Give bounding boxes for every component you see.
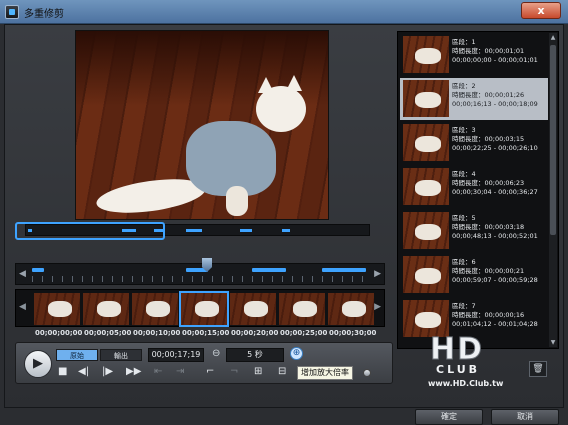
scroll-thumb[interactable] — [550, 45, 556, 235]
filmstrip-frame[interactable] — [279, 293, 325, 325]
filmstrip[interactable]: ◀ ▶ — [15, 289, 385, 327]
fast-forward-icon[interactable]: ▶▶ — [126, 366, 141, 377]
filmstrip-frame[interactable] — [83, 293, 129, 325]
timeline-right-arrow-icon[interactable]: ▶ — [374, 269, 381, 279]
filmstrip-frame[interactable] — [132, 293, 178, 325]
close-button[interactable]: x — [521, 2, 561, 19]
split-icon[interactable]: ⊞ — [254, 366, 262, 377]
list-item[interactable]: 區段：6 時間長度：00;00;00;21 00;00;59;07 - 00;00;… — [400, 254, 548, 296]
zoom-in-icon[interactable]: ⊕ — [290, 347, 303, 360]
filmstrip-frame-selected[interactable] — [179, 291, 229, 327]
trim-end-icon[interactable]: ¬ — [230, 366, 238, 377]
zoom-out-icon[interactable]: ⊖ — [212, 348, 220, 359]
scroll-up-icon[interactable]: ▲ — [549, 34, 557, 41]
filmstrip-timecode: 00;00;20;00 — [231, 329, 279, 337]
filmstrip-timecode: 00;00;10;00 — [133, 329, 181, 337]
filmstrip-timecode: 00;00;05;00 — [84, 329, 132, 337]
timecode-field[interactable]: 00;00;17;19 — [148, 348, 204, 362]
list-item[interactable]: 區段：5 時間長度：00;00;03;18 00;00;48;13 - 00;00;… — [400, 210, 548, 252]
overview-viewport[interactable] — [15, 222, 165, 240]
watermark-club: CLUB — [436, 363, 481, 376]
list-item[interactable]: 區段：3 時間長度：00;00;03;15 00;00;22;25 - 00;00;… — [400, 122, 548, 164]
window-title: 多重修剪 — [24, 9, 64, 20]
mark-in-icon[interactable]: ⇤ — [154, 366, 162, 377]
stop-icon[interactable]: ■ — [58, 366, 67, 377]
zoom-interval-field[interactable]: 5 秒 — [226, 348, 284, 362]
zoom-in-tooltip: 增加放大倍率 — [297, 366, 353, 380]
app-icon — [5, 5, 19, 19]
timeline-ruler[interactable]: ◀ ▶ — [15, 258, 385, 285]
cat-head — [256, 86, 306, 132]
cancel-button[interactable]: 取消 — [491, 409, 559, 425]
filmstrip-frame[interactable] — [230, 293, 276, 325]
tab-original[interactable]: 原始 — [56, 349, 98, 361]
prev-frame-icon[interactable]: ◀| — [78, 366, 89, 377]
cat-body — [186, 121, 276, 196]
timeline-segment[interactable] — [322, 268, 366, 272]
filmstrip-timecode: 00;00;15;00 — [182, 329, 230, 337]
filmstrip-frame[interactable] — [328, 293, 374, 325]
tab-output[interactable]: 輸出 — [100, 349, 142, 361]
cat-leg — [226, 186, 248, 216]
timeline-segment[interactable] — [252, 268, 286, 272]
filmstrip-frame[interactable] — [34, 293, 80, 325]
segment-list-scrollbar[interactable]: ▲ ▼ — [549, 33, 557, 347]
list-item[interactable]: 區段：1 時間長度：00;00;01;01 00;00;00;00 - 00;00;… — [400, 34, 548, 76]
watermark-url: www.HD.Club.tw — [428, 379, 504, 388]
filmstrip-timecode: 00;00;30;00 — [329, 329, 377, 337]
next-frame-icon[interactable]: |▶ — [102, 366, 113, 377]
timeline-left-arrow-icon[interactable]: ◀ — [19, 269, 26, 279]
title-bar: 多重修剪 x — [0, 0, 568, 24]
mark-out-icon[interactable]: ⇥ — [176, 366, 184, 377]
timeline-ticks — [32, 276, 368, 282]
scroll-down-icon[interactable]: ▼ — [549, 339, 557, 346]
segment-list[interactable]: 區段：1 時間長度：00;00;01;01 00;00;00;00 - 00;00;… — [397, 31, 559, 349]
list-item-selected[interactable]: 區段：2 時間長度：00;00;01;26 00;00;16;13 - 00;00;… — [400, 78, 548, 120]
filmstrip-right-arrow-icon[interactable]: ▶ — [374, 302, 381, 312]
overview-segment — [186, 229, 202, 232]
watermark-logo: HD — [429, 332, 485, 367]
overview-segment — [282, 229, 290, 232]
trim-start-icon[interactable]: ⌐ — [206, 366, 214, 377]
play-button[interactable]: ▶ — [24, 350, 52, 378]
list-item[interactable]: 區段：4 時間長度：00;00;06;23 00;00;30;04 - 00;00;… — [400, 166, 548, 208]
delete-segment-icon[interactable]: 🗑 — [529, 361, 547, 377]
overview-segment — [240, 229, 252, 232]
timeline-segment[interactable] — [32, 268, 44, 272]
ok-button[interactable]: 確定 — [415, 409, 483, 425]
scene-detect-icon[interactable]: ⊟ — [278, 366, 286, 377]
filmstrip-left-arrow-icon[interactable]: ◀ — [19, 302, 26, 312]
video-preview — [75, 30, 329, 220]
filmstrip-timecode: 00;00;00;00 — [35, 329, 83, 337]
filmstrip-timecode: 00;00;25;00 — [280, 329, 328, 337]
volume-knob[interactable] — [363, 369, 371, 377]
